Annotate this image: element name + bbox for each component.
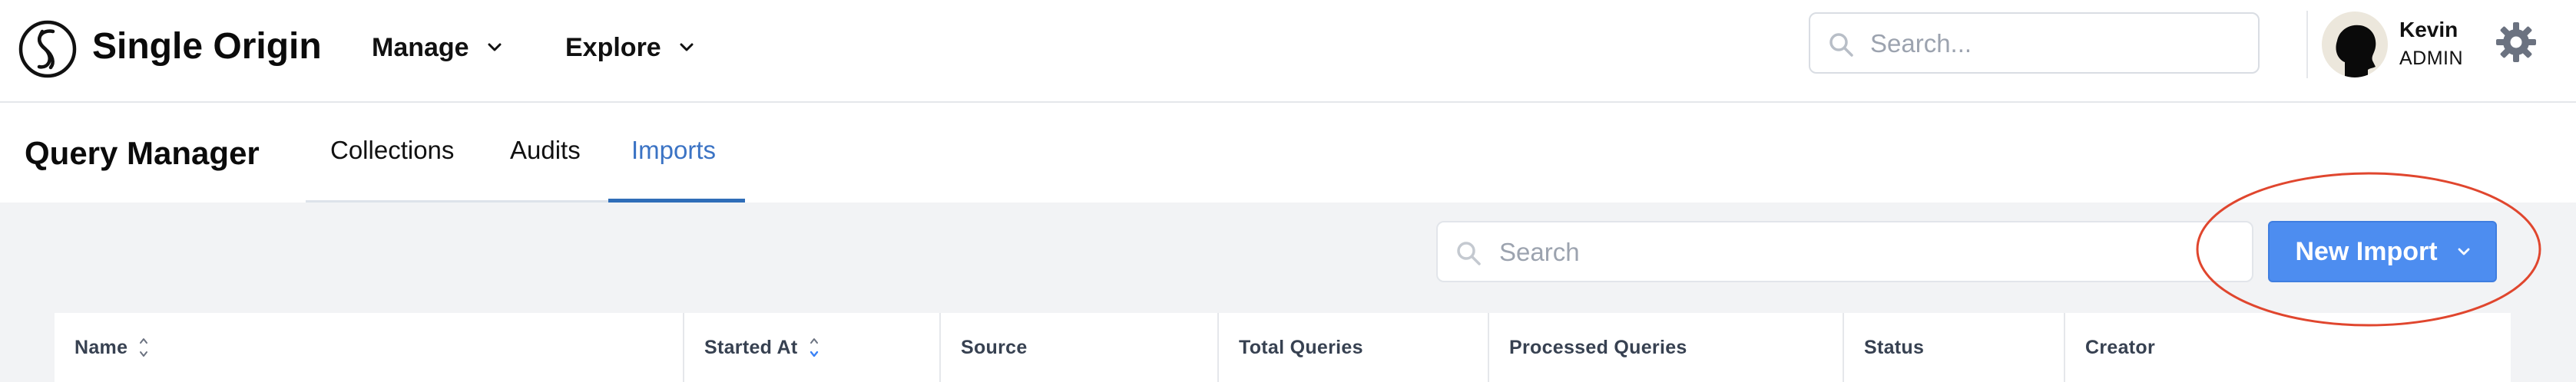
page-title: Query Manager bbox=[25, 135, 260, 171]
column-header-label: Creator bbox=[2085, 336, 2156, 358]
column-header-started-at[interactable]: Started At bbox=[684, 313, 939, 382]
avatar[interactable] bbox=[2322, 12, 2388, 77]
global-search-input[interactable] bbox=[1870, 25, 2239, 63]
column-header-total-queries: Total Queries bbox=[1219, 313, 1488, 382]
tab-collections[interactable]: Collections bbox=[330, 133, 454, 167]
sort-icon[interactable] bbox=[809, 334, 819, 361]
column-header-processed-queries: Processed Queries bbox=[1489, 313, 1843, 382]
imports-content: New Import Name Started At Source T bbox=[0, 203, 2576, 382]
new-import-button[interactable]: New Import bbox=[2268, 221, 2497, 282]
chevron-down-icon bbox=[680, 43, 694, 51]
tab-audits[interactable]: Audits bbox=[510, 133, 581, 167]
column-header-label: Processed Queries bbox=[1509, 336, 1687, 358]
brand-name[interactable]: Single Origin bbox=[92, 25, 322, 69]
search-icon bbox=[1457, 242, 1481, 265]
search-icon bbox=[1829, 33, 1853, 57]
nav-menu-manage[interactable]: Manage bbox=[372, 31, 502, 64]
global-search-box[interactable] bbox=[1809, 12, 2260, 74]
imports-table: Name Started At Source Total Queries Pro… bbox=[55, 313, 2511, 382]
chevron-down-icon bbox=[488, 43, 502, 51]
column-header-label: Status bbox=[1864, 336, 1925, 358]
tab-bar: Collections Audits Imports bbox=[306, 104, 745, 203]
nav-menu-label: Manage bbox=[372, 33, 469, 62]
nav-menu-explore[interactable]: Explore bbox=[565, 31, 694, 64]
column-header-creator: Creator bbox=[2065, 313, 2511, 382]
divider bbox=[2306, 11, 2308, 78]
user-name: Kevin bbox=[2399, 18, 2458, 41]
single-origin-logo-icon[interactable] bbox=[17, 18, 78, 80]
tab-imports[interactable]: Imports bbox=[631, 133, 716, 167]
column-header-name[interactable]: Name bbox=[55, 313, 683, 382]
user-role: ADMIN bbox=[2399, 48, 2464, 69]
user-silhouette-icon bbox=[2336, 25, 2376, 77]
chevron-down-icon bbox=[2458, 248, 2469, 255]
imports-search-box[interactable] bbox=[1436, 221, 2253, 282]
gear-icon[interactable] bbox=[2495, 21, 2538, 64]
column-header-status: Status bbox=[1844, 313, 2064, 382]
column-header-label: Total Queries bbox=[1239, 336, 1363, 358]
page-header: Query Manager Collections Audits Imports bbox=[0, 104, 2576, 203]
column-header-label: Started At bbox=[704, 336, 798, 358]
nav-menu-label: Explore bbox=[565, 33, 661, 62]
top-navigation-bar: Single Origin Manage Explore Kevin ADMIN bbox=[0, 0, 2576, 103]
sort-icon[interactable] bbox=[138, 334, 149, 361]
column-header-source: Source bbox=[941, 313, 1217, 382]
imports-search-input[interactable] bbox=[1499, 233, 2229, 272]
column-header-label: Source bbox=[961, 336, 1028, 358]
column-header-label: Name bbox=[74, 336, 128, 358]
new-import-label: New Import bbox=[2295, 236, 2438, 266]
